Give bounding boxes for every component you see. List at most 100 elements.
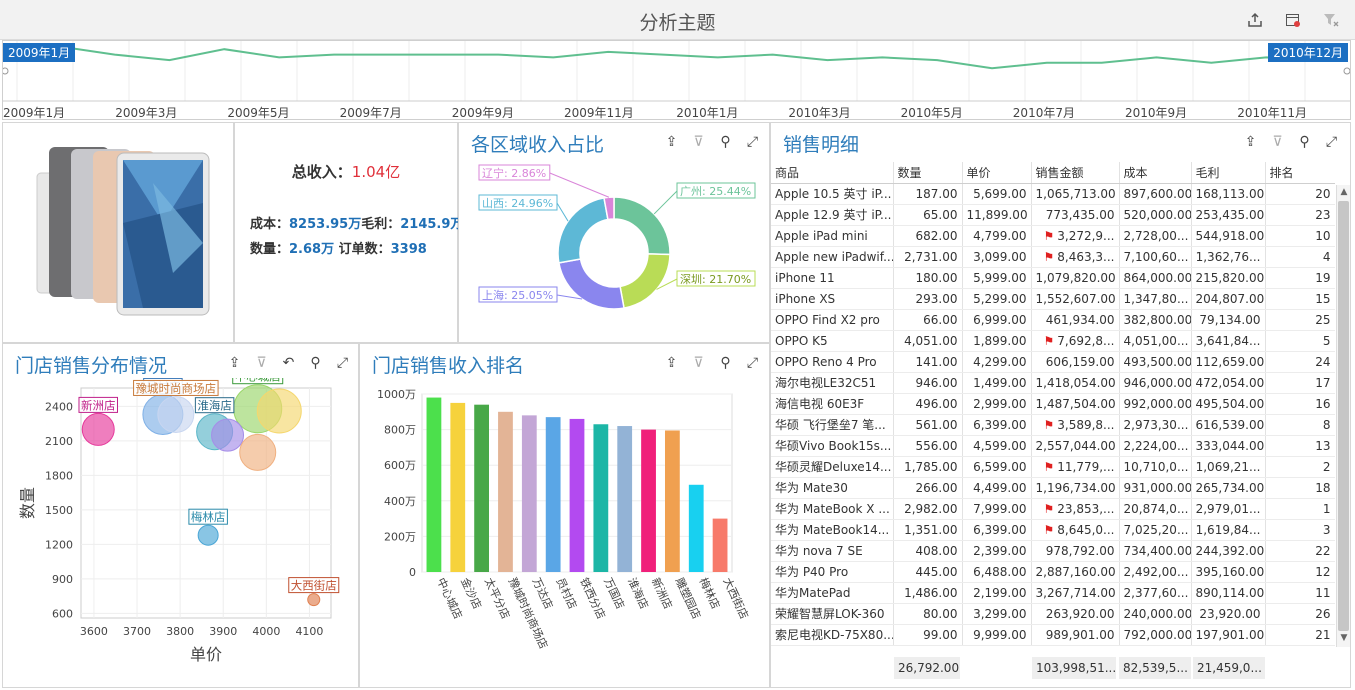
table-row[interactable]: 华为 MateBook14... 1,351.00 6,399.00 ⚑ 8,645,0…: [771, 519, 1335, 541]
range-start-handle[interactable]: [3, 67, 9, 75]
export-icon[interactable]: ⇪: [225, 353, 244, 372]
clear-filter-icon[interactable]: ⊽: [252, 353, 271, 372]
calendar-settings-icon[interactable]: [1283, 10, 1303, 30]
column-header[interactable]: 销售金额: [1031, 162, 1120, 184]
bar[interactable]: [688, 484, 704, 572]
column-header[interactable]: 数量: [893, 162, 963, 184]
x-tick-label: 万国店: [601, 575, 628, 611]
table-row[interactable]: 华为 nova 7 SE 408.00 2,399.00 978,792.00 734,…: [771, 540, 1335, 562]
clear-filter-icon[interactable]: ⊽: [689, 132, 708, 151]
drill-icon[interactable]: ⚲: [716, 353, 735, 372]
column-header[interactable]: 毛利: [1191, 162, 1266, 184]
table-cell: OPPO Find X2 pro: [771, 309, 894, 331]
column-header[interactable]: 排名: [1265, 162, 1335, 184]
clear-filter-icon[interactable]: [1321, 10, 1341, 30]
donut-slice[interactable]: [613, 196, 671, 256]
bar[interactable]: [545, 417, 561, 572]
bar[interactable]: [450, 402, 466, 572]
table-row[interactable]: 华硕Vivo Book15s... 556.00 4,599.00 2,557,044…: [771, 435, 1335, 457]
fullscreen-icon[interactable]: ⤢: [743, 353, 762, 372]
range-end-badge[interactable]: 2010年12月: [1268, 43, 1348, 62]
scroll-thumb[interactable]: [1338, 201, 1349, 631]
range-start-badge[interactable]: 2009年1月: [3, 43, 76, 62]
vertical-scrollbar[interactable]: ▲ ▼: [1336, 185, 1350, 647]
bar[interactable]: [474, 404, 490, 572]
table-row[interactable]: OPPO K5 4,051.00 1,899.00 ⚑ 7,692,8... 4,051,…: [771, 330, 1335, 352]
table-row[interactable]: Apple new iPadwif... 2,731.00 3,099.00 ⚑ 8,4…: [771, 246, 1335, 268]
bubble-point[interactable]: [256, 388, 302, 434]
bar[interactable]: [593, 424, 609, 572]
range-end-handle[interactable]: [1343, 67, 1350, 75]
drill-icon[interactable]: ⚲: [306, 353, 325, 372]
table-row[interactable]: 华为 P40 Pro 445.00 6,488.00 2,887,160.00 2,49…: [771, 561, 1335, 583]
time-range-slider[interactable]: 2009年1月 2010年12月 2009年1月 2009年3月 2009年5月 20…: [2, 40, 1351, 120]
drill-icon[interactable]: ⚲: [716, 132, 735, 151]
column-header[interactable]: 单价: [962, 162, 1032, 184]
export-icon[interactable]: ⇪: [662, 353, 681, 372]
table-row[interactable]: 华硕灵耀Deluxe14... 1,785.00 6,599.00 ⚑ 11,779,.…: [771, 456, 1335, 478]
table-row[interactable]: OPPO Reno 4 Pro 141.00 4,299.00 606,159.00 4…: [771, 351, 1335, 373]
table-row[interactable]: 华为 Mate30 266.00 4,499.00 1,196,734.00 931,0…: [771, 477, 1335, 499]
table-cell: 10: [1265, 225, 1335, 247]
table-cell: 26: [1265, 603, 1335, 625]
region-donut-chart[interactable]: 广州: 25.44% 深圳: 21.70% 上海: 25.05% 山西: 24.96%…: [459, 153, 769, 343]
store-bubble-chart[interactable]: 3600 3700 3800 3900 4000 4100 600 900 1200 1500 18…: [3, 378, 358, 688]
bubble-point[interactable]: [157, 395, 195, 433]
bubble-point[interactable]: [307, 593, 321, 607]
bubble-point[interactable]: [81, 412, 115, 446]
donut-slice[interactable]: [619, 253, 671, 309]
table-row[interactable]: 荣耀智慧屏LOK-360 80.00 3,299.00 263,920.00 240,0…: [771, 603, 1335, 625]
table-row[interactable]: Apple 10.5 英寸 iP... 187.00 5,699.00 1,065,7…: [771, 183, 1335, 205]
table-row[interactable]: 海信电视 60E3F 496.00 2,999.00 1,487,504.00 992,…: [771, 393, 1335, 415]
bar[interactable]: [498, 411, 513, 572]
clear-filter-icon[interactable]: ⊽: [1268, 132, 1287, 151]
bar[interactable]: [712, 518, 728, 572]
table-cell: 12: [1265, 561, 1335, 583]
timeline-tick-label: 2009年5月: [227, 106, 290, 120]
column-header[interactable]: 商品: [771, 162, 894, 184]
store-revenue-bar-chart[interactable]: 0200万400万600万800万1000万中心城店金沙店太平分店豫城时尚商场店…: [360, 382, 769, 687]
undo-icon[interactable]: ↶: [279, 353, 298, 372]
table-row[interactable]: Apple 12.9 英寸 iP... 65.00 11,899.00 773,435…: [771, 204, 1335, 226]
column-header[interactable]: 成本: [1119, 162, 1192, 184]
export-icon[interactable]: ⇪: [1241, 132, 1260, 151]
table-row[interactable]: 海尔电视LE32C51 946.00 1,499.00 1,418,054.00 946…: [771, 372, 1335, 394]
donut-slice[interactable]: [557, 197, 609, 264]
fullscreen-icon[interactable]: ⤢: [743, 132, 762, 151]
bar[interactable]: [521, 415, 537, 572]
table-row[interactable]: iPhone 11 180.00 5,999.00 1,079,820.00 864,0…: [771, 267, 1335, 289]
clear-filter-icon[interactable]: ⊽: [689, 353, 708, 372]
donut-slice[interactable]: [558, 258, 625, 310]
scroll-down-icon[interactable]: ▼: [1338, 633, 1350, 645]
timeline-tick-label: 2010年7月: [1012, 106, 1075, 120]
bar[interactable]: [664, 430, 680, 572]
timeline-tick-label: 2009年7月: [339, 106, 402, 120]
table-row[interactable]: 华为MatePad 1,486.00 2,199.00 3,267,714.00 2,3…: [771, 582, 1335, 604]
table-cell: 华为 P40 Pro: [771, 561, 894, 583]
bubble-label: 梅林店: [191, 510, 226, 524]
table-row[interactable]: 华硕 飞行堡垒7 笔... 561.00 6,399.00 ⚑ 3,589,8... 2,…: [771, 414, 1335, 436]
export-icon[interactable]: ⇪: [662, 132, 681, 151]
fullscreen-icon[interactable]: ⤢: [1322, 132, 1341, 151]
bubble-point[interactable]: [239, 433, 277, 471]
export-icon[interactable]: [1245, 10, 1265, 30]
fullscreen-icon[interactable]: ⤢: [333, 353, 352, 372]
table-cell: 265,734.00: [1191, 477, 1266, 499]
table-row[interactable]: 索尼电视KD-75X80... 99.00 9,999.00 989,901.00 79…: [771, 624, 1335, 646]
scroll-up-icon[interactable]: ▲: [1338, 187, 1350, 199]
table-cell: 1,418,054.00: [1031, 372, 1120, 394]
bar[interactable]: [617, 426, 633, 572]
bar[interactable]: [569, 418, 585, 572]
bar[interactable]: [426, 397, 442, 572]
bar[interactable]: [641, 429, 656, 572]
table-cell: 1: [1265, 498, 1335, 520]
drill-icon[interactable]: ⚲: [1295, 132, 1314, 151]
table-row[interactable]: OPPO Find X2 pro 66.00 6,999.00 461,934.00 3…: [771, 309, 1335, 331]
sales-table-container[interactable]: 商品 数量 单价 销售金额 成本 毛利 排名 Apple 10.5 英寸 iP... 187.…: [771, 162, 1335, 649]
qty-orders-line: 数量：2.68万 订单数：3398: [250, 238, 427, 257]
bubble-point[interactable]: [197, 524, 219, 546]
table-row[interactable]: 华为 MateBook X ... 2,982.00 7,999.00 ⚑ 23,853…: [771, 498, 1335, 520]
table-row[interactable]: iPhone XS 293.00 5,299.00 1,552,607.00 1,347…: [771, 288, 1335, 310]
table-row[interactable]: Apple iPad mini 682.00 4,799.00 ⚑ 3,272,9...…: [771, 225, 1335, 247]
bubble-point[interactable]: [211, 418, 245, 452]
